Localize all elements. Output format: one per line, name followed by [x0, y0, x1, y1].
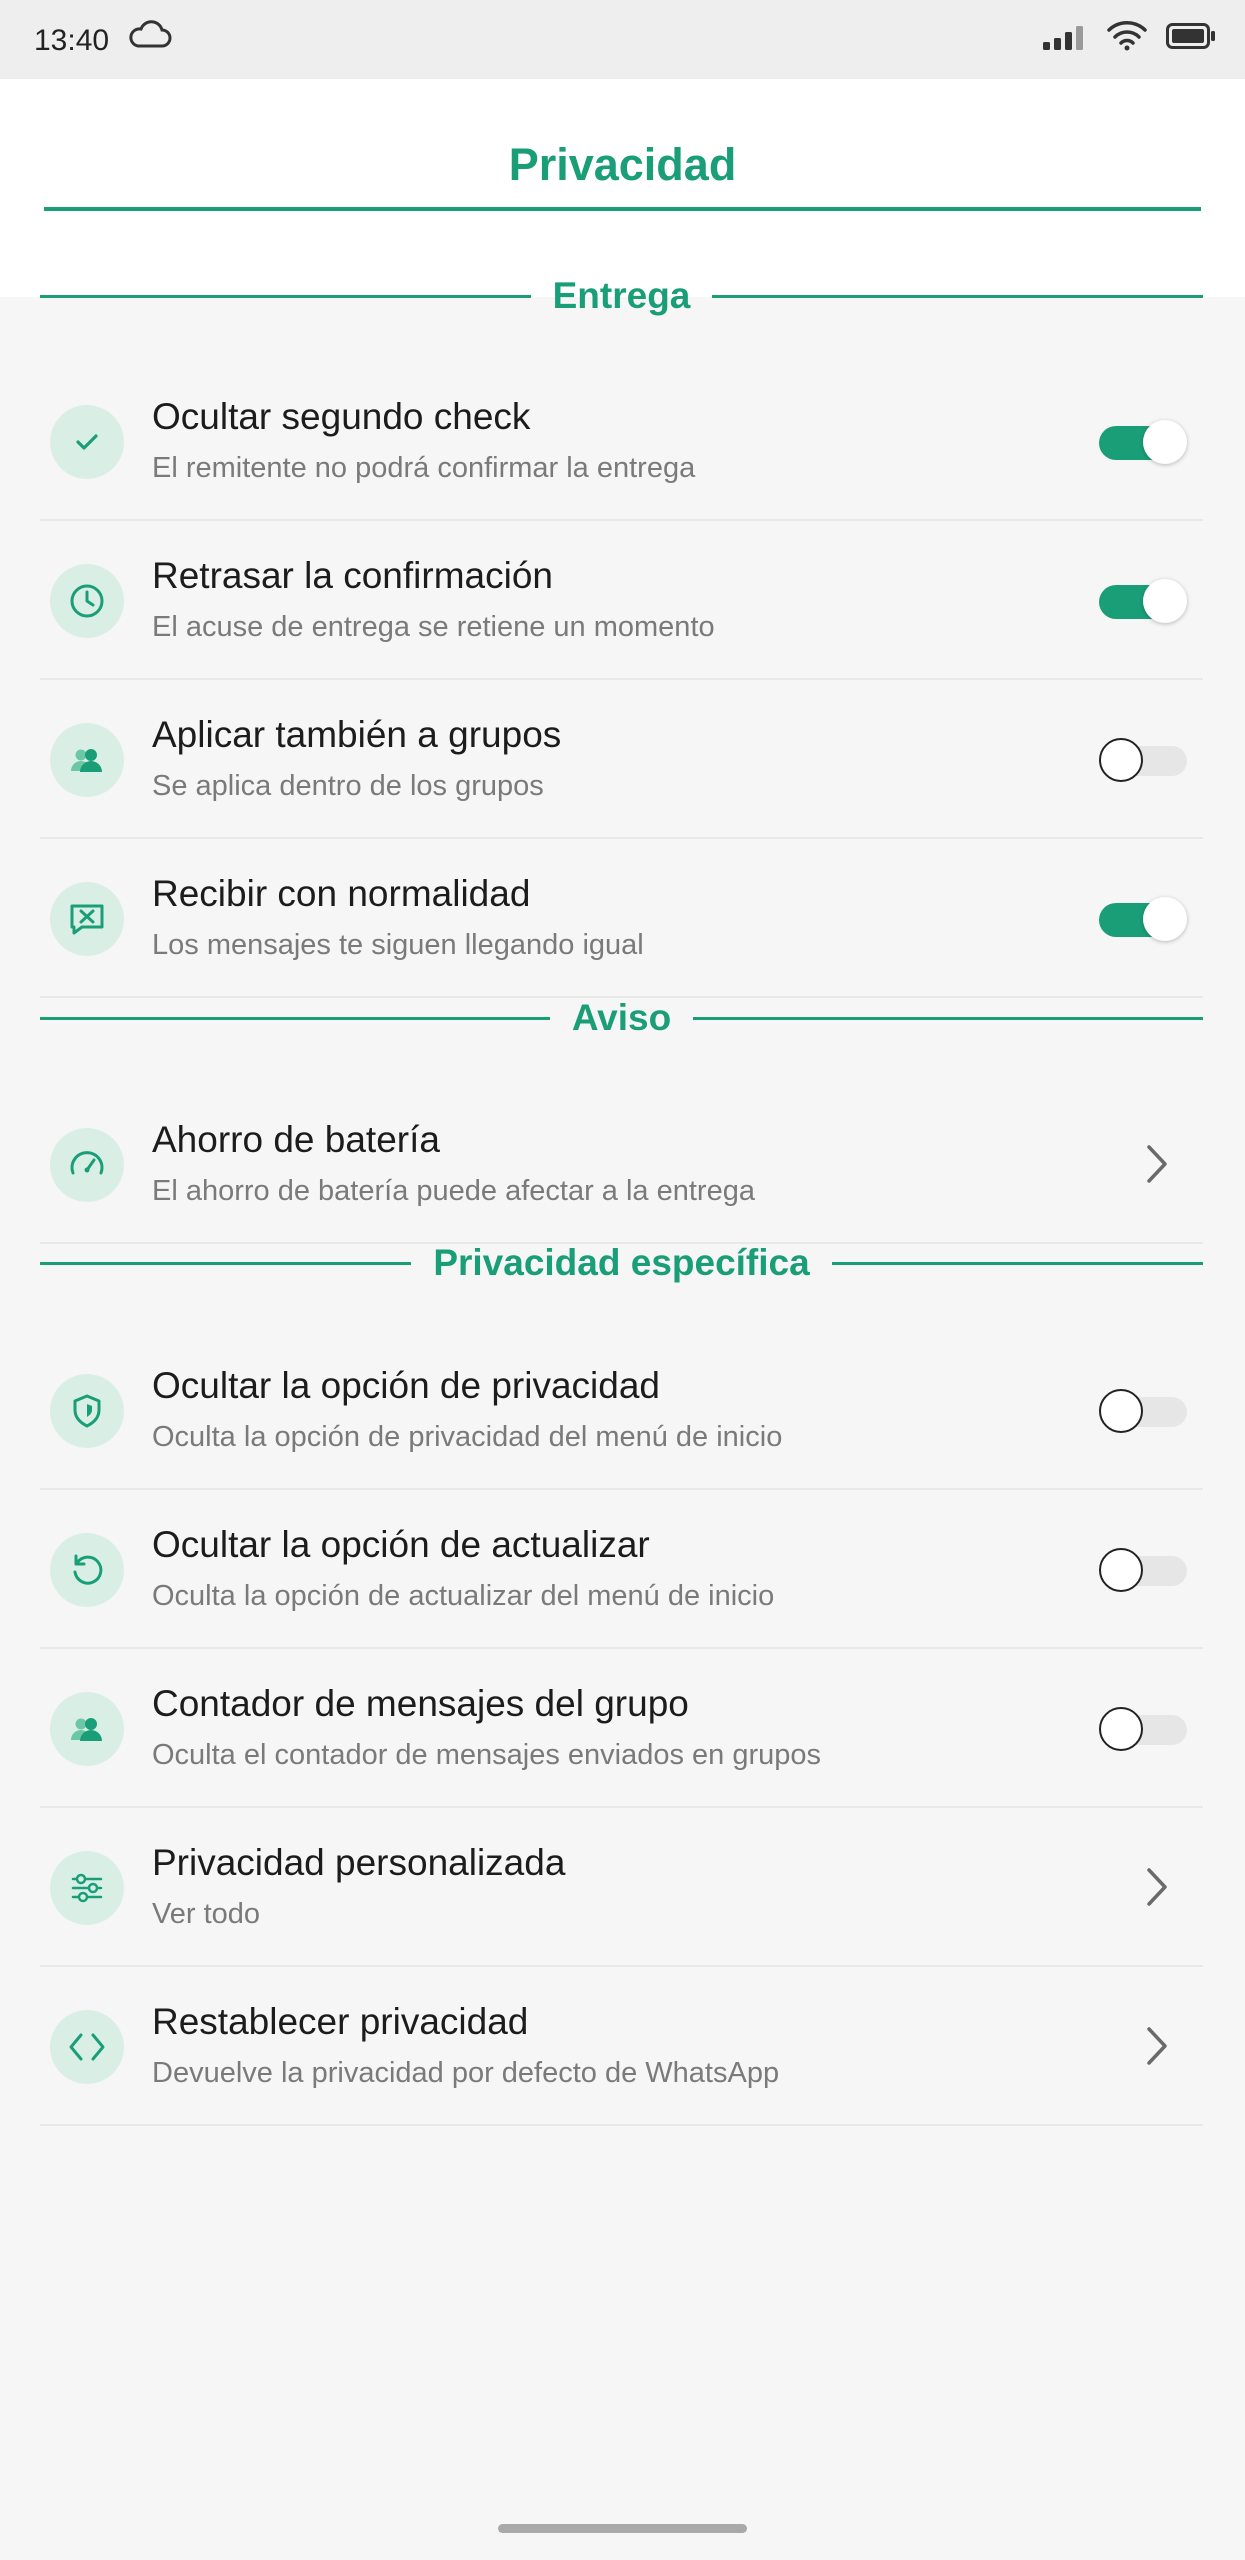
group-icon: [50, 723, 124, 797]
setting-subtitle: Devuelve la privacidad por defecto de Wh…: [152, 2057, 780, 2089]
divider: [831, 1261, 1204, 1265]
clock-icon: [50, 564, 124, 638]
setting-contador-mensajes-grupo[interactable]: Contador de mensajes del grupo Oculta el…: [40, 1649, 1203, 1808]
toggle-switch[interactable]: [1099, 1387, 1187, 1435]
setting-aplicar-grupos[interactable]: Aplicar también a grupos Se aplica dentr…: [40, 680, 1203, 839]
setting-ocultar-opcion-actualizar[interactable]: Ocultar la opción de actualizar Oculta l…: [40, 1490, 1203, 1649]
battery-icon: [1166, 22, 1216, 55]
setting-title: Aplicar también a grupos: [152, 714, 562, 755]
setting-subtitle: Oculta el contador de mensajes enviados …: [152, 1739, 822, 1771]
setting-subtitle: El acuse de entrega se retiene un moment…: [152, 611, 715, 643]
setting-title: Recibir con normalidad: [152, 873, 531, 914]
setting-subtitle: Ver todo: [152, 1898, 261, 1930]
gauge-icon: [50, 1128, 124, 1202]
cloud-icon: [128, 20, 172, 55]
setting-subtitle: Los mensajes te siguen llegando igual: [152, 929, 644, 961]
divider: [40, 1016, 550, 1020]
setting-ocultar-segundo-check[interactable]: Ocultar segundo check El remitente no po…: [40, 362, 1203, 521]
setting-subtitle: El ahorro de batería puede afectar a la …: [152, 1175, 755, 1207]
divider: [40, 1261, 412, 1265]
divider: [40, 294, 531, 298]
divider: [693, 1016, 1204, 1020]
page-title: Privacidad: [508, 139, 737, 190]
setting-title: Ocultar la opción de privacidad: [152, 1365, 661, 1406]
setting-title: Privacidad personalizada: [152, 1842, 566, 1883]
toggle-knob: [1143, 579, 1187, 623]
toggle-switch[interactable]: [1099, 418, 1187, 466]
setting-title: Ocultar la opción de actualizar: [152, 1524, 650, 1565]
setting-title: Contador de mensajes del grupo: [152, 1683, 689, 1724]
status-time: 13:40: [34, 24, 110, 57]
toggle-knob: [1143, 420, 1187, 464]
toggle-switch[interactable]: [1099, 577, 1187, 625]
message-x-icon: [50, 882, 124, 956]
section-header-aviso: Aviso: [40, 997, 1204, 1038]
section-label: Privacidad específica: [433, 1242, 810, 1283]
setting-title: Restablecer privacidad: [152, 2001, 529, 2042]
sliders-icon: [50, 1851, 124, 1925]
setting-ahorro-bateria[interactable]: Ahorro de batería El ahorro de batería p…: [40, 1085, 1203, 1244]
chevron-right-icon: [1145, 2025, 1169, 2072]
setting-privacidad-personalizada[interactable]: Privacidad personalizada Ver todo: [40, 1808, 1203, 1967]
toggle-knob: [1099, 1707, 1143, 1751]
setting-subtitle: Oculta la opción de privacidad del menú …: [152, 1421, 783, 1453]
wifi-icon: [1106, 18, 1148, 57]
toggle-knob: [1099, 738, 1143, 782]
setting-subtitle: Se aplica dentro de los grupos: [152, 770, 544, 802]
toggle-switch[interactable]: [1099, 1705, 1187, 1753]
section-header-privacidad-especifica: Privacidad específica: [40, 1242, 1204, 1283]
check-icon: [50, 405, 124, 479]
title-underline: [44, 207, 1201, 211]
toggle-switch[interactable]: [1099, 1546, 1187, 1594]
setting-title: Retrasar la confirmación: [152, 555, 553, 596]
toggle-knob: [1143, 897, 1187, 941]
setting-title: Ocultar segundo check: [152, 396, 531, 437]
group-icon: [50, 1692, 124, 1766]
code-icon: [50, 2010, 124, 2084]
divider: [712, 294, 1204, 298]
setting-recibir-normalidad[interactable]: Recibir con normalidad Los mensajes te s…: [40, 839, 1203, 998]
chevron-right-icon: [1145, 1866, 1169, 1913]
section-label: Entrega: [552, 275, 691, 316]
home-indicator[interactable]: [498, 2524, 747, 2533]
setting-subtitle: Oculta la opción de actualizar del menú …: [152, 1580, 775, 1612]
section-header-entrega: Entrega: [40, 275, 1204, 316]
toggle-switch[interactable]: [1099, 895, 1187, 943]
status-bar: 13:40: [0, 0, 1245, 79]
setting-ocultar-opcion-privacidad[interactable]: Ocultar la opción de privacidad Oculta l…: [40, 1331, 1203, 1490]
signal-icon: [1043, 24, 1089, 57]
section-label: Aviso: [571, 997, 672, 1038]
toggle-knob: [1099, 1548, 1143, 1592]
setting-title: Ahorro de batería: [152, 1119, 440, 1160]
toggle-knob: [1099, 1389, 1143, 1433]
refresh-icon: [50, 1533, 124, 1607]
shield-icon: [50, 1374, 124, 1448]
chevron-right-icon: [1145, 1143, 1169, 1190]
setting-subtitle: El remitente no podrá confirmar la entre…: [152, 452, 696, 484]
setting-restablecer-privacidad[interactable]: Restablecer privacidad Devuelve la priva…: [40, 1967, 1203, 2126]
page-header: Privacidad: [0, 79, 1245, 297]
setting-retrasar-confirmacion[interactable]: Retrasar la confirmación El acuse de ent…: [40, 521, 1203, 680]
toggle-switch[interactable]: [1099, 736, 1187, 784]
